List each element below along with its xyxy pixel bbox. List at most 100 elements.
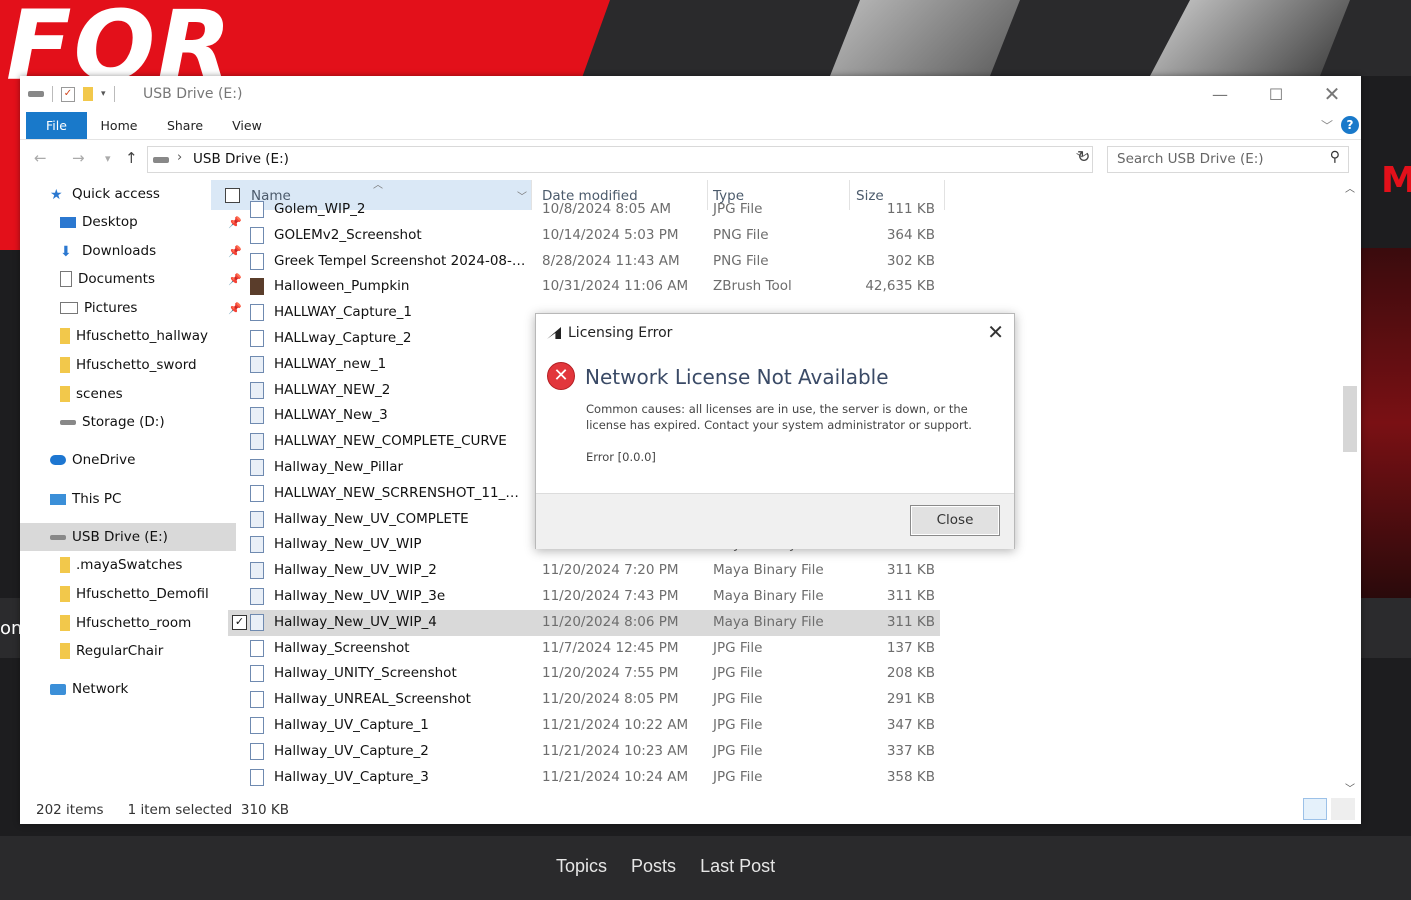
up-icon[interactable]: ↑ — [125, 149, 138, 167]
image-file-icon — [250, 252, 264, 270]
tab-view[interactable]: View — [225, 112, 269, 139]
sidebar-item-label: Hfuschetto_sword — [76, 357, 197, 373]
zbrush-file-icon — [250, 278, 264, 296]
table-row[interactable]: Hallway_New_UV_WIP_3e 11/20/2024 7:43 PM M… — [228, 584, 940, 610]
sidebar-item-hfuschetto-demofil[interactable]: Hfuschetto_Demofil — [20, 580, 246, 608]
file-name: HALLWAY_Capture_1 — [274, 304, 412, 321]
close-window-button[interactable]: ✕ — [1309, 80, 1355, 108]
footer-link-posts[interactable]: Posts — [631, 856, 676, 877]
title-bar[interactable]: ✓ ▾ USB Drive (E:) — ☐ ✕ — [20, 76, 1361, 112]
drive-icon — [50, 534, 66, 540]
footer-link-topics[interactable]: Topics — [556, 856, 607, 877]
file-name: GOLEMv2_Screenshot — [274, 226, 422, 243]
file-date: 10/14/2024 5:03 PM — [542, 226, 679, 243]
selected-size: 310 KB — [240, 802, 290, 818]
table-row[interactable]: Hallway_UV_Capture_2 11/21/2024 10:23 AM J… — [228, 739, 940, 765]
minimize-button[interactable]: — — [1197, 80, 1243, 108]
file-type: PNG File — [713, 252, 769, 269]
sidebar-item-scenes[interactable]: scenes — [20, 380, 246, 408]
file-size: 291 KB — [886, 691, 935, 708]
table-row[interactable]: Hallway_New_UV_WIP_2 11/20/2024 7:20 PM Ma… — [228, 558, 940, 584]
large-icons-view-icon[interactable] — [1331, 798, 1355, 820]
error-code: Error [0.0.0] — [586, 450, 656, 464]
new-folder-icon[interactable] — [83, 87, 93, 101]
file-date: 11/21/2024 10:23 AM — [542, 742, 689, 759]
properties-icon[interactable]: ✓ — [61, 86, 75, 102]
sidebar-item-documents[interactable]: Documents 📌 — [20, 265, 246, 293]
sidebar-item-mayaswatches[interactable]: .mayaSwatches — [20, 551, 246, 579]
sidebar-item-downloads[interactable]: ⬇ Downloads 📌 — [20, 237, 246, 265]
sidebar-item-hfuschetto-room[interactable]: Hfuschetto_room — [20, 609, 246, 637]
sidebar-item-pictures[interactable]: Pictures 📌 — [20, 294, 246, 322]
details-view-icon[interactable] — [1303, 798, 1327, 820]
sidebar-item-desktop[interactable]: Desktop 📌 — [20, 208, 246, 236]
file-type: JPG File — [713, 768, 763, 785]
table-row[interactable]: Hallway_UV_Capture_1 11/21/2024 10:22 AM J… — [228, 713, 940, 739]
image-file-icon — [250, 768, 264, 786]
sidebar-item-label: Downloads — [82, 243, 157, 259]
scroll-up-icon[interactable]: ︿ — [1345, 180, 1355, 195]
tab-share[interactable]: Share — [160, 112, 210, 139]
sidebar-item-quick-access[interactable]: ★ Quick access — [20, 180, 236, 208]
file-name: Hallway_New_UV_WIP_3e — [274, 588, 446, 604]
table-row[interactable]: GOLEMv2_Screenshot 10/14/2024 5:03 PM PNG … — [228, 223, 940, 249]
file-date: 11/20/2024 7:55 PM — [542, 665, 679, 682]
folder-icon — [60, 586, 70, 602]
back-icon[interactable]: ← — [34, 149, 47, 167]
customize-toolbar-icon[interactable]: ▾ — [101, 89, 106, 99]
sidebar-item-storage-d[interactable]: Storage (D:) — [20, 408, 246, 436]
file-size: 337 KB — [886, 742, 935, 759]
table-row[interactable]: Greek Tempel Screenshot 2024-08-28 8/28/2… — [228, 249, 940, 275]
folder-icon — [60, 643, 70, 659]
file-date: 11/21/2024 10:22 AM — [542, 717, 689, 733]
column-divider[interactable] — [944, 180, 945, 210]
table-row[interactable]: Hallway_UNITY_Screenshot 11/20/2024 7:55 … — [228, 661, 940, 687]
sidebar-item-onedrive[interactable]: OneDrive — [20, 446, 236, 474]
website-band — [1361, 598, 1411, 658]
refresh-icon[interactable]: ↻ — [1077, 147, 1090, 166]
tab-file[interactable]: File — [26, 112, 87, 139]
file-size: 208 KB — [886, 665, 935, 682]
search-icon[interactable]: ⚲ — [1330, 149, 1340, 165]
sidebar-item-this-pc[interactable]: This PC — [20, 485, 236, 513]
expand-ribbon-icon[interactable]: ﹀ — [1321, 117, 1333, 134]
close-button[interactable]: Close — [910, 505, 1000, 536]
table-row[interactable]: Hallway_UNREAL_Screenshot 11/20/2024 8:05… — [228, 687, 940, 713]
tab-home[interactable]: Home — [93, 112, 145, 139]
sidebar-item-hfuschetto-sword[interactable]: Hfuschetto_sword — [20, 351, 246, 379]
forward-icon[interactable]: → — [72, 149, 85, 167]
file-type: JPG File — [713, 665, 763, 682]
help-icon[interactable]: ? — [1341, 116, 1359, 134]
table-row[interactable]: Hallway_UV_Capture_3 11/21/2024 10:24 AM J… — [228, 765, 940, 791]
table-row[interactable]: Halloween_Pumpkin 10/31/2024 11:06 AM ZBru… — [228, 274, 940, 300]
selection-info: 1 item selected 310 KB — [128, 802, 289, 818]
breadcrumb[interactable]: USB Drive (E:) — [193, 151, 289, 167]
dialog-close-icon[interactable]: ✕ — [987, 320, 1004, 344]
drive-icon — [60, 419, 76, 425]
sidebar-item-network[interactable]: Network — [20, 675, 236, 703]
sidebar-item-regularchair[interactable]: RegularChair — [20, 637, 246, 665]
breadcrumb-chevron-icon[interactable]: › — [177, 150, 182, 165]
scrollbar-thumb[interactable] — [1343, 386, 1357, 452]
maximize-button[interactable]: ☐ — [1253, 80, 1299, 108]
scroll-down-icon[interactable]: ﹀ — [1345, 780, 1355, 795]
file-date: 10/8/2024 8:05 AM — [542, 201, 672, 217]
file-name: HALLWAY_NEW_COMPLETE_CURVE — [274, 433, 507, 450]
table-row[interactable]: Golem_WIP_2 10/8/2024 8:05 AM JPG File 111 … — [228, 197, 940, 223]
vertical-scrollbar[interactable]: ︿ ﹀ — [1341, 180, 1359, 795]
row-checkbox[interactable]: ✓ — [232, 614, 247, 630]
file-size: 364 KB — [886, 226, 935, 243]
recent-locations-icon[interactable]: ▾ — [105, 152, 111, 165]
image-file-icon — [250, 691, 264, 709]
folder-icon — [60, 328, 70, 344]
search-input[interactable]: Search USB Drive (E:) ⚲ — [1107, 146, 1349, 173]
address-bar[interactable]: › USB Drive (E:) ﹀ — [147, 146, 1093, 173]
website-footer-links: Topics Posts Last Post — [556, 856, 775, 877]
file-type: Maya Binary File — [713, 562, 824, 579]
sidebar-item-usb-drive-e[interactable]: USB Drive (E:) — [20, 523, 236, 551]
file-name: Hallway_New_UV_WIP — [274, 536, 422, 553]
table-row[interactable]: ✓ Hallway_New_UV_WIP_4 11/20/2024 8:06 PM M… — [228, 609, 940, 636]
sidebar-item-hfuschetto-hallway[interactable]: Hfuschetto_hallway — [20, 322, 246, 350]
table-row[interactable]: Hallway_Screenshot 11/7/2024 12:45 PM JPG … — [228, 636, 940, 662]
footer-link-last-post[interactable]: Last Post — [700, 856, 775, 877]
